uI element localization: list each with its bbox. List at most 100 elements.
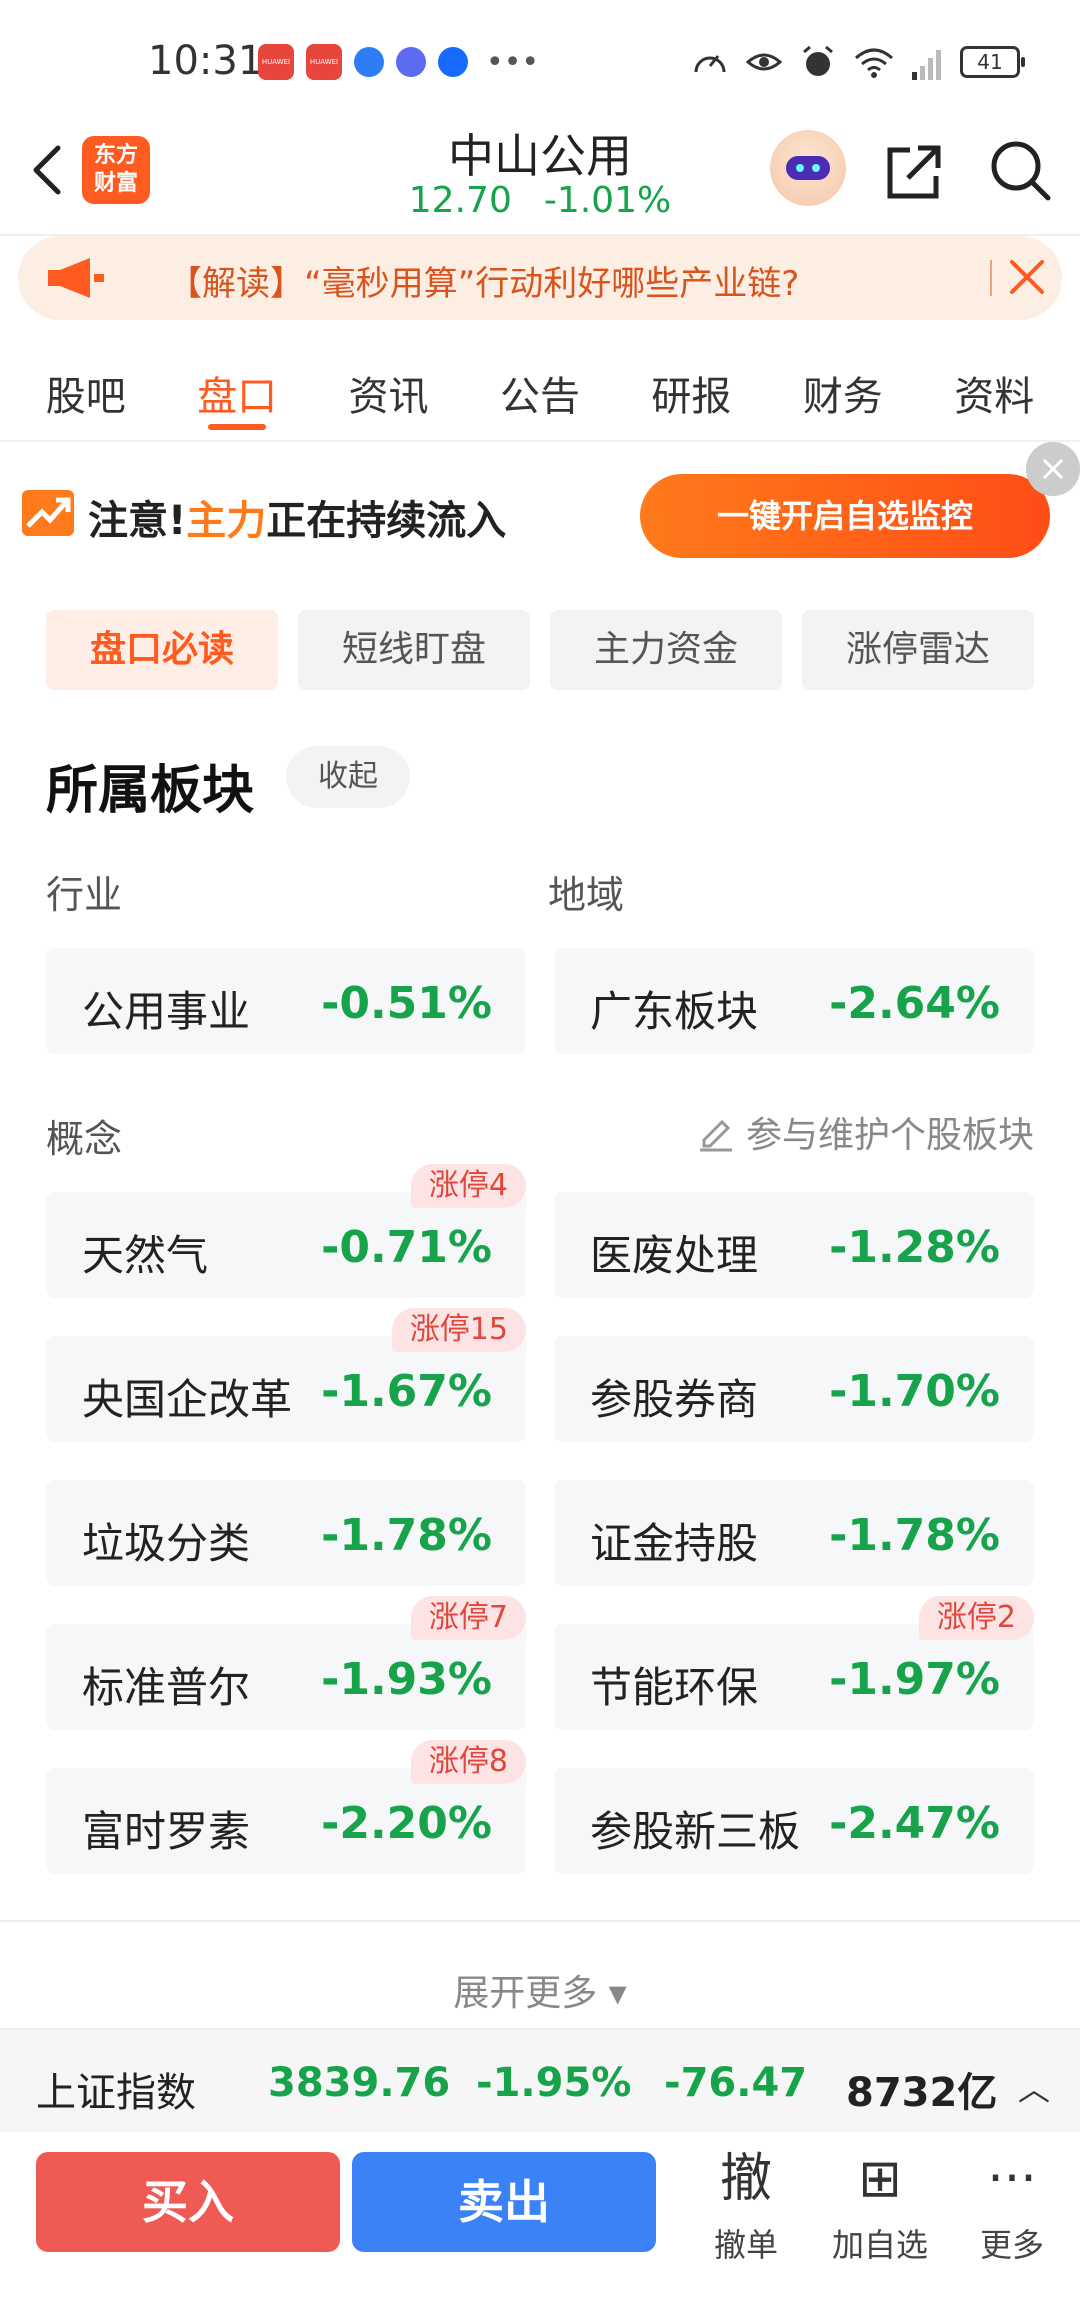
tab-research[interactable]: 研报: [618, 336, 764, 440]
sell-button[interactable]: 卖出: [352, 2152, 656, 2252]
tab-profile[interactable]: 资料: [921, 336, 1067, 440]
concept-card[interactable]: 垃圾分类 -1.78%: [46, 1480, 526, 1586]
index-change: -76.47: [664, 2060, 808, 2106]
sector-pct: -1.78%: [829, 1510, 1000, 1561]
pankou-subtabs: 盘口必读 短线盯盘 主力资金 涨停雷达: [46, 610, 1034, 690]
buy-button[interactable]: 买入: [36, 2152, 340, 2252]
share-icon[interactable]: [882, 140, 946, 204]
sector-pct: -0.51%: [321, 978, 492, 1029]
system-icons: 41: [690, 42, 1025, 82]
ai-assistant-icon[interactable]: [770, 130, 846, 206]
concept-card[interactable]: 医废处理 -1.28%: [554, 1192, 1034, 1298]
stock-quote: 12.70 -1.01%: [340, 180, 740, 221]
notice-text[interactable]: 【解读】“毫秒用算”行动利好哪些产业链?: [168, 256, 799, 305]
expand-more-button[interactable]: 展开更多 ▾: [0, 1964, 1080, 2016]
sector-pct: -1.28%: [829, 1222, 1000, 1273]
chevron-up-icon[interactable]: ︿: [1018, 2064, 1050, 2110]
close-icon[interactable]: [1004, 254, 1050, 300]
cancel-order-button[interactable]: 撤 撤单: [686, 2146, 806, 2266]
section-title: 所属板块: [46, 761, 255, 821]
sector-pct: -0.71%: [321, 1222, 492, 1273]
browser-icon: [354, 47, 384, 77]
limit-up-badge: 涨停7: [410, 1596, 526, 1640]
huawei-app-icon-2: HUAWEI: [306, 44, 342, 80]
maintain-sectors-link[interactable]: 参与维护个股板块: [696, 1106, 1034, 1158]
sector-pct: -2.47%: [829, 1798, 1000, 1849]
concept-card[interactable]: 涨停2 节能环保 -1.97%: [554, 1596, 1034, 1730]
tab-pankou[interactable]: 盘口: [164, 336, 310, 440]
add-watchlist-label: 加自选: [831, 2226, 928, 2264]
index-value: 3839.76: [268, 2060, 451, 2106]
signal-icon: [912, 50, 941, 80]
sector-name: 医废处理: [590, 1231, 759, 1280]
sector-name: 垃圾分类: [82, 1519, 251, 1568]
more-dots-icon: ···: [987, 2149, 1037, 2209]
stock-tabs: 股吧 盘口 资讯 公告 研报 财务 资料: [0, 336, 1080, 442]
sector-name: 天然气: [82, 1231, 209, 1280]
stock-price: 12.70: [408, 180, 512, 221]
region-card[interactable]: 广东板块 -2.64%: [554, 948, 1034, 1054]
concept-card[interactable]: 参股券商 -1.70%: [554, 1336, 1034, 1442]
limit-up-badge: 涨停8: [410, 1740, 526, 1784]
tab-news[interactable]: 资讯: [316, 336, 462, 440]
close-banner-icon[interactable]: [1026, 442, 1080, 496]
sector-name: 广东板块: [590, 987, 759, 1036]
alert-highlight: 主力: [186, 498, 267, 544]
sector-name: 公用事业: [82, 987, 251, 1036]
sector-pct: -1.67%: [321, 1366, 492, 1417]
huawei-app-icon: HUAWEI: [258, 44, 294, 80]
collapse-button[interactable]: 收起: [286, 746, 410, 808]
cancel-order-icon: 撤: [719, 2149, 772, 2209]
sector-pct: -1.78%: [321, 1510, 492, 1561]
concept-label: 概念: [46, 1117, 123, 1161]
subtab-limit-up-radar[interactable]: 涨停雷达: [802, 610, 1034, 690]
concept-card[interactable]: 涨停8 富时罗素 -2.20%: [46, 1740, 526, 1874]
inflow-alert-text: 注意!主力正在持续流入: [88, 488, 506, 546]
subtab-main-funds[interactable]: 主力资金: [550, 610, 782, 690]
tab-guba[interactable]: 股吧: [13, 336, 159, 440]
industry-card[interactable]: 公用事业 -0.51%: [46, 948, 526, 1054]
limit-up-badge: 涨停2: [918, 1596, 1034, 1640]
edit-icon: [700, 1119, 732, 1152]
limit-up-badge: 涨停15: [391, 1308, 526, 1352]
status-bar: 10:31 HUAWEI HUAWEI ••• 41: [0, 0, 1080, 120]
sector-name: 参股券商: [590, 1375, 759, 1424]
concept-card[interactable]: 涨停15 央国企改革 -1.67%: [46, 1308, 526, 1442]
stock-change-pct: -1.01%: [543, 180, 672, 221]
more-button[interactable]: ··· 更多: [952, 2146, 1072, 2266]
app-notification-icon: [438, 47, 468, 77]
region-label: 地域: [548, 873, 625, 917]
megaphone-icon: [48, 258, 104, 298]
index-volume: 8732亿: [846, 2070, 998, 2116]
concept-card[interactable]: 证金持股 -1.78%: [554, 1480, 1034, 1586]
tab-announcements[interactable]: 公告: [467, 336, 613, 440]
search-icon[interactable]: [988, 138, 1052, 202]
alarm-icon: [803, 45, 833, 76]
sector-name: 富时罗素: [82, 1807, 251, 1856]
news-notice-banner[interactable]: 【解读】“毫秒用算”行动利好哪些产业链?: [18, 236, 1062, 320]
market-index-bar[interactable]: 上证指数 3839.76 -1.95% -76.47 8732亿 ︿: [0, 2028, 1080, 2132]
sector-name: 证金持股: [590, 1519, 759, 1568]
add-watchlist-button[interactable]: ⊞ 加自选: [820, 2146, 940, 2266]
more-label: 更多: [979, 2226, 1044, 2264]
sector-pct: -1.93%: [321, 1654, 492, 1705]
tab-finance[interactable]: 财务: [770, 336, 916, 440]
section-divider: [0, 1920, 1080, 1922]
stock-name: 中山公用: [448, 129, 632, 183]
eastmoney-logo: 东方 财富: [82, 136, 150, 204]
capital-inflow-banner: 注意!主力正在持续流入 一键开启自选监控: [0, 442, 1080, 584]
subtab-must-read[interactable]: 盘口必读: [46, 610, 278, 690]
more-notifications-icon: •••: [486, 44, 540, 80]
trend-up-icon: [22, 490, 74, 536]
enable-monitor-button[interactable]: 一键开启自选监控: [640, 474, 1050, 558]
sector-name: 标准普尔: [82, 1663, 251, 1712]
subtab-short-term[interactable]: 短线盯盘: [298, 610, 530, 690]
sector-pct: -1.70%: [829, 1366, 1000, 1417]
cancel-order-label: 撤单: [713, 2226, 778, 2264]
concept-card[interactable]: 涨停7 标准普尔 -1.93%: [46, 1596, 526, 1730]
concept-card[interactable]: 涨停4 天然气 -0.71%: [46, 1164, 526, 1298]
limit-up-badge: 涨停4: [410, 1164, 526, 1208]
back-arrow-icon[interactable]: [20, 140, 80, 200]
concept-card[interactable]: 参股新三板 -2.47%: [554, 1768, 1034, 1874]
trade-toolbar: 买入 卖出 撤 撤单 ⊞ 加自选 ··· 更多: [0, 2132, 1080, 2310]
